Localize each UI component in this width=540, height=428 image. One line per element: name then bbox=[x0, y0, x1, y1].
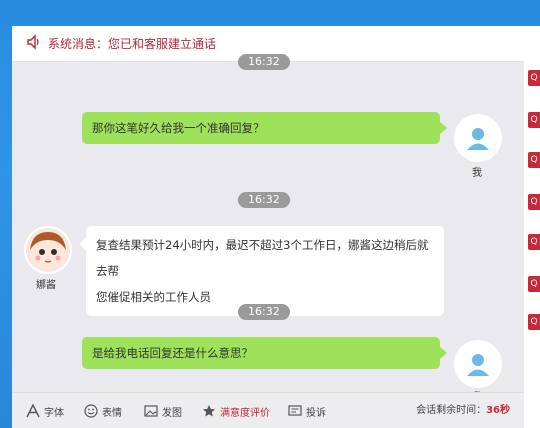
message-text: 那你这笔好久给我一个准确回复？ bbox=[92, 121, 265, 135]
message-text: 是给我电话回复还是什么意思？ bbox=[92, 346, 253, 360]
avatar-me[interactable] bbox=[454, 114, 502, 162]
session-timer: 会话剩余时间：36秒 bbox=[416, 393, 510, 428]
chat-window: 系统消息：您已和客服建立通话 16:32 那你这笔好久给我一个准确回复？ 我 1… bbox=[12, 26, 524, 428]
emoji-label: 表情 bbox=[102, 407, 122, 419]
side-panel: Q Q Q Q Q Q Q bbox=[524, 26, 540, 428]
image-icon bbox=[144, 405, 158, 417]
timer-label: 会话剩余时间： bbox=[416, 405, 487, 416]
timestamp: 16:32 bbox=[238, 192, 290, 208]
image-button[interactable]: 发图 bbox=[144, 393, 182, 428]
side-tab[interactable]: Q bbox=[528, 152, 540, 168]
complaint-icon bbox=[288, 405, 302, 416]
font-label: 字体 bbox=[44, 407, 64, 419]
font-button[interactable]: 字体 bbox=[26, 393, 64, 428]
side-tab[interactable]: Q bbox=[528, 70, 540, 86]
rating-button[interactable]: 满意度评价 bbox=[202, 393, 270, 428]
side-tab[interactable]: Q bbox=[528, 276, 540, 292]
timer-value: 36秒 bbox=[486, 405, 510, 416]
timestamp: 16:32 bbox=[238, 304, 290, 320]
user-icon bbox=[467, 354, 489, 376]
message-bubble-me: 是给我电话回复还是什么意思？ bbox=[82, 337, 447, 369]
image-label: 发图 bbox=[162, 407, 182, 419]
system-message-text: 系统消息：您已和客服建立通话 bbox=[48, 37, 217, 51]
input-toolbar: 字体 表情 发图 满意度评价 投诉 会话剩余时间：36秒 bbox=[12, 392, 524, 428]
agent-avatar-icon bbox=[26, 228, 70, 272]
avatar-agent[interactable] bbox=[24, 226, 72, 274]
side-tab[interactable]: Q bbox=[528, 112, 540, 128]
star-icon bbox=[203, 405, 215, 417]
message-text-line: 复查结果预计24小时内，最迟不超过3个工作日，娜酱这边稍后就去帮 bbox=[96, 238, 429, 278]
side-tab[interactable]: Q bbox=[528, 314, 540, 330]
chat-scrollbar[interactable] bbox=[516, 66, 522, 414]
emoji-button[interactable]: 表情 bbox=[84, 393, 122, 428]
smiley-icon bbox=[84, 404, 98, 418]
rating-label: 满意度评价 bbox=[220, 407, 270, 419]
user-icon bbox=[467, 128, 489, 150]
timestamp: 16:32 bbox=[238, 54, 290, 70]
message-list: 16:32 那你这笔好久给我一个准确回复？ 我 16:32 娜酱 复查结果预计2… bbox=[12, 54, 524, 416]
message-bubble-agent: 复查结果预计24小时内，最迟不超过3个工作日，娜酱这边稍后就去帮 您催促相关的工… bbox=[79, 226, 444, 316]
sender-name: 娜酱 bbox=[36, 280, 56, 291]
font-icon bbox=[26, 404, 40, 418]
complain-label: 投诉 bbox=[306, 407, 326, 419]
speaker-icon bbox=[26, 33, 42, 54]
sender-name: 我 bbox=[472, 168, 482, 179]
message-bubble-me: 那你这笔好久给我一个准确回复？ bbox=[82, 112, 447, 144]
side-tab[interactable]: Q bbox=[528, 234, 540, 250]
side-tab[interactable]: Q bbox=[528, 194, 540, 210]
avatar-me[interactable] bbox=[454, 340, 502, 388]
complain-button[interactable]: 投诉 bbox=[288, 393, 326, 428]
